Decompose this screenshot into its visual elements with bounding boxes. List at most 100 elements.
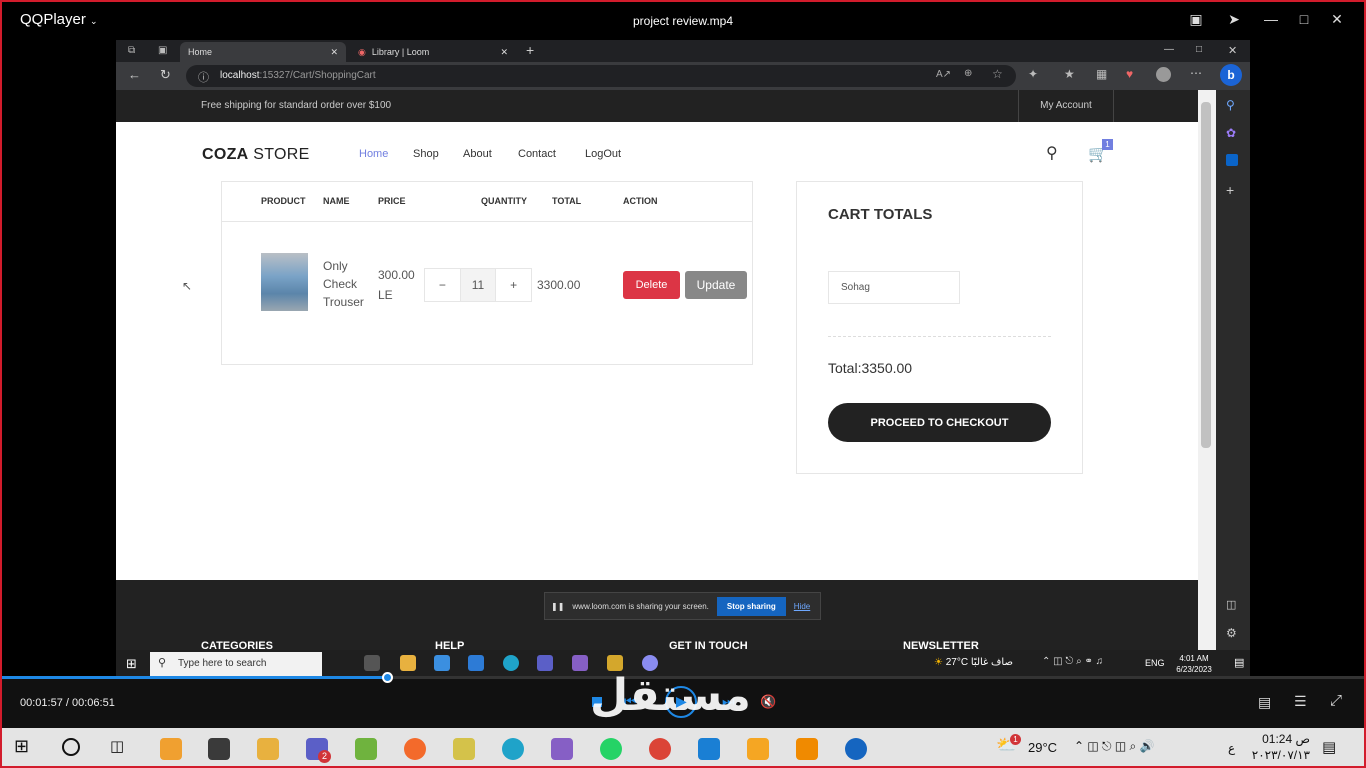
app-icon[interactable] [453, 738, 475, 760]
nav-contact[interactable]: Contact [518, 148, 556, 160]
back-icon[interactable]: ← [128, 67, 141, 82]
more-icon[interactable]: ⋯ [1190, 66, 1202, 80]
checkout-button[interactable]: PROCEED TO CHECKOUT [828, 403, 1051, 442]
search-icon[interactable]: ⚲ [1226, 98, 1235, 112]
tray-icons[interactable]: ⌃ ◫ ⎋ ⌕ ⚭ ♫ [1042, 656, 1103, 667]
hide-link[interactable]: Hide [794, 602, 810, 611]
taskbar-clock[interactable]: 4:01 AM 6/23/2023 [1166, 653, 1222, 675]
close-tab-icon[interactable]: ✕ [330, 47, 338, 58]
minimize-icon[interactable]: — [1260, 8, 1282, 30]
tray-icons[interactable]: ⌃ ◫ ⎋ ◫ ⌕ 🔊 [1074, 739, 1155, 754]
maximize-icon[interactable]: □ [1293, 8, 1315, 30]
task-view-icon[interactable]: ◫ [110, 737, 124, 755]
pause-icon[interactable]: ❚❚ [551, 602, 564, 611]
mail-icon[interactable] [208, 738, 230, 760]
file-explorer-icon[interactable] [257, 738, 279, 760]
extensions-icon[interactable]: ✦ [1028, 67, 1038, 81]
cortana-icon[interactable] [62, 738, 80, 756]
input-language[interactable]: ع [1228, 741, 1235, 755]
city-field[interactable]: Sohag [828, 271, 960, 304]
nav-home[interactable]: Home [359, 148, 388, 160]
page-scrollbar[interactable] [1198, 90, 1216, 678]
qty-input[interactable]: 11 [459, 269, 497, 301]
read-aloud-icon[interactable]: A↗ [936, 69, 951, 80]
windows-start-icon[interactable]: ⊞ [14, 736, 29, 757]
qty-minus-button[interactable]: − [425, 269, 460, 301]
scroll-thumb[interactable] [1201, 102, 1211, 448]
screenshot-icon[interactable]: ▤ [1258, 694, 1271, 711]
nav-about[interactable]: About [463, 148, 492, 160]
store-logo[interactable]: COZA STORE [202, 146, 310, 164]
bing-icon[interactable]: b [1220, 64, 1242, 86]
screenshot-icon[interactable]: ▣ [1185, 8, 1207, 30]
minimize-icon[interactable]: — [1164, 44, 1174, 55]
stop-sharing-button[interactable]: Stop sharing [716, 596, 786, 616]
update-button[interactable]: Update [685, 271, 747, 299]
favorites-bar-icon[interactable]: ★ [1064, 67, 1075, 81]
add-icon[interactable]: + [1226, 182, 1234, 198]
outlook-icon[interactable] [1226, 154, 1238, 166]
fullscreen-icon[interactable]: ⤢ [1330, 692, 1342, 709]
file-explorer-icon[interactable] [400, 655, 416, 671]
copilot-icon[interactable]: ✿ [1226, 126, 1236, 140]
chrome-icon[interactable] [649, 738, 671, 760]
collections-icon[interactable]: ▦ [1096, 67, 1107, 81]
notification-icon[interactable]: ▤ [1234, 656, 1244, 669]
close-tab-icon[interactable]: ✕ [500, 47, 508, 58]
whatsapp-icon[interactable] [600, 738, 622, 760]
workspaces-icon[interactable]: ⧉ [128, 45, 135, 56]
new-tab-button[interactable]: + [526, 42, 534, 58]
qty-plus-button[interactable]: + [496, 269, 531, 301]
weather-widget[interactable]: ☀ 27°C صاف غالبًا [934, 657, 1013, 668]
postman-icon[interactable] [404, 738, 426, 760]
info-icon[interactable]: ⓘ [198, 69, 209, 85]
app-icon[interactable] [355, 738, 377, 760]
qqplayer-icon[interactable] [845, 738, 867, 760]
split-screen-icon[interactable]: ◫ [1226, 598, 1236, 611]
favorite-icon[interactable]: ☆ [992, 67, 1003, 81]
os-taskbar: ⊞ ◫ 2 ⛅ 1 29°C ⌃ ◫ ⎋ ◫ ⌕ 🔊 ع ▤ [0, 728, 1366, 768]
settings-sliders-icon[interactable]: ☰ [1294, 693, 1307, 710]
edge-icon[interactable] [502, 738, 524, 760]
nav-logout[interactable]: LogOut [585, 148, 621, 160]
search-icon[interactable]: ⚲ [1046, 143, 1058, 163]
browser-essentials-icon[interactable]: ♥ [1126, 67, 1133, 81]
nav-shop[interactable]: Shop [413, 148, 439, 160]
taskbar-search-input[interactable]: ⚲ Type here to search [150, 652, 322, 676]
tab-actions-icon[interactable]: ▣ [158, 45, 167, 56]
visual-studio-icon[interactable] [572, 655, 588, 671]
seek-handle[interactable] [382, 672, 393, 683]
notification-icon[interactable]: ▤ [1322, 738, 1336, 756]
vlc-icon[interactable] [796, 738, 818, 760]
tab-home[interactable]: Home ✕ [180, 42, 346, 62]
mute-icon[interactable]: 🔇 [760, 694, 776, 710]
os-clock[interactable]: 01:24 ص ٢٠٢٣/٠٧/١٣ [1240, 731, 1310, 763]
teams-icon[interactable] [537, 655, 553, 671]
restore-icon[interactable]: □ [1196, 44, 1202, 55]
temperature[interactable]: 29°C [1028, 740, 1057, 755]
close-icon[interactable]: ✕ [1228, 44, 1237, 57]
profile-avatar[interactable] [1156, 67, 1171, 82]
url-input[interactable]: ⓘ localhost:15327/Cart/ShoppingCart A↗ ⊕… [186, 65, 1016, 87]
app-icon[interactable] [607, 655, 623, 671]
pdf-app-icon[interactable] [747, 738, 769, 760]
visual-studio-icon[interactable] [551, 738, 573, 760]
zoom-icon[interactable]: ⊕ [964, 68, 972, 79]
mail-icon[interactable] [468, 655, 484, 671]
task-view-icon[interactable] [364, 655, 380, 671]
vscode-icon[interactable] [698, 738, 720, 760]
edge-icon[interactable] [503, 655, 519, 671]
close-icon[interactable]: ✕ [1326, 8, 1348, 30]
pin-icon[interactable]: ➤ [1223, 8, 1245, 30]
delete-button[interactable]: Delete [623, 271, 680, 299]
windows-start-icon[interactable]: ⊞ [126, 656, 137, 672]
store-icon[interactable] [434, 655, 450, 671]
store-icon[interactable] [160, 738, 182, 760]
my-account-link[interactable]: My Account [1018, 90, 1114, 122]
input-language[interactable]: ENG [1145, 658, 1165, 668]
search-icon: ⚲ [158, 657, 167, 669]
tab-loom[interactable]: ◉ Library | Loom ✕ [350, 42, 516, 62]
settings-icon[interactable]: ⚙ [1226, 626, 1237, 640]
refresh-icon[interactable]: ↻ [160, 67, 171, 83]
settings-app-icon[interactable] [642, 655, 658, 671]
